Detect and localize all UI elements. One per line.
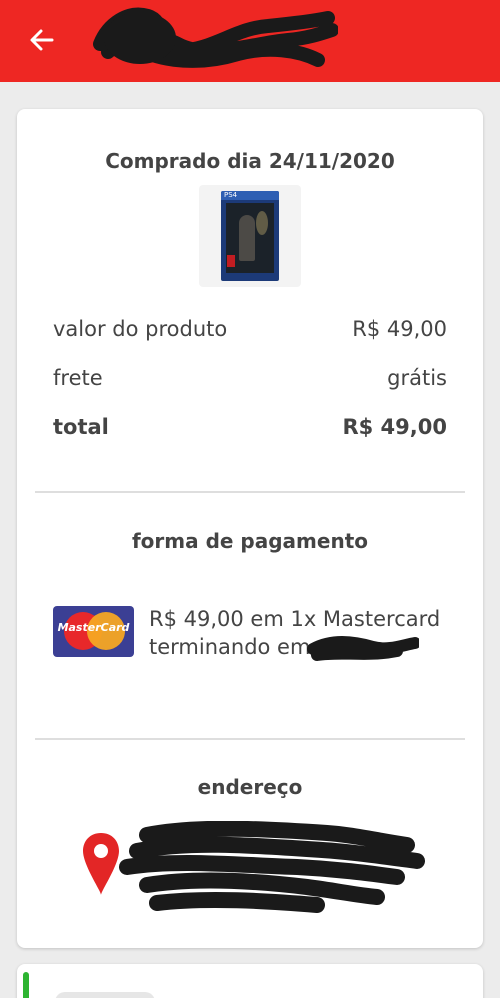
product-value-row: valor do produto R$ 49,00 <box>53 317 447 347</box>
divider <box>35 491 465 493</box>
redacted-title <box>93 7 338 68</box>
placeholder-pill <box>55 992 155 998</box>
shipping-row: frete grátis <box>53 366 447 396</box>
next-card <box>17 964 483 998</box>
payment-card-ending: terminando em <box>149 635 311 659</box>
age-rating-badge <box>227 255 235 267</box>
row-label: frete <box>53 366 103 390</box>
order-summary-card: Comprado dia 24/11/2020 PS4 valor do pro… <box>17 109 483 948</box>
purchase-date: Comprado dia 24/11/2020 <box>105 149 395 173</box>
redacted-address <box>119 821 425 913</box>
address-heading: endereço <box>197 775 303 799</box>
location-pin-icon <box>83 833 119 895</box>
divider <box>35 738 465 740</box>
row-value: grátis <box>387 366 447 390</box>
product-cover-image: PS4 <box>221 191 279 281</box>
app-bar <box>0 0 500 82</box>
redacted-card-digits <box>307 636 419 661</box>
row-label: total <box>53 415 109 439</box>
payment-heading: forma de pagamento <box>131 529 368 553</box>
status-accent <box>23 972 29 998</box>
payment-description: R$ 49,00 em 1x Mastercard <box>149 607 441 631</box>
row-value: R$ 49,00 <box>342 415 447 439</box>
ps4-label: PS4 <box>221 191 279 200</box>
mastercard-logo: MasterCard <box>53 606 134 657</box>
row-label: valor do produto <box>53 317 228 341</box>
arrow-left-icon[interactable] <box>26 24 58 56</box>
row-value: R$ 49,00 <box>352 317 447 341</box>
product-thumbnail[interactable]: PS4 <box>199 185 301 287</box>
total-row: total R$ 49,00 <box>53 415 447 445</box>
